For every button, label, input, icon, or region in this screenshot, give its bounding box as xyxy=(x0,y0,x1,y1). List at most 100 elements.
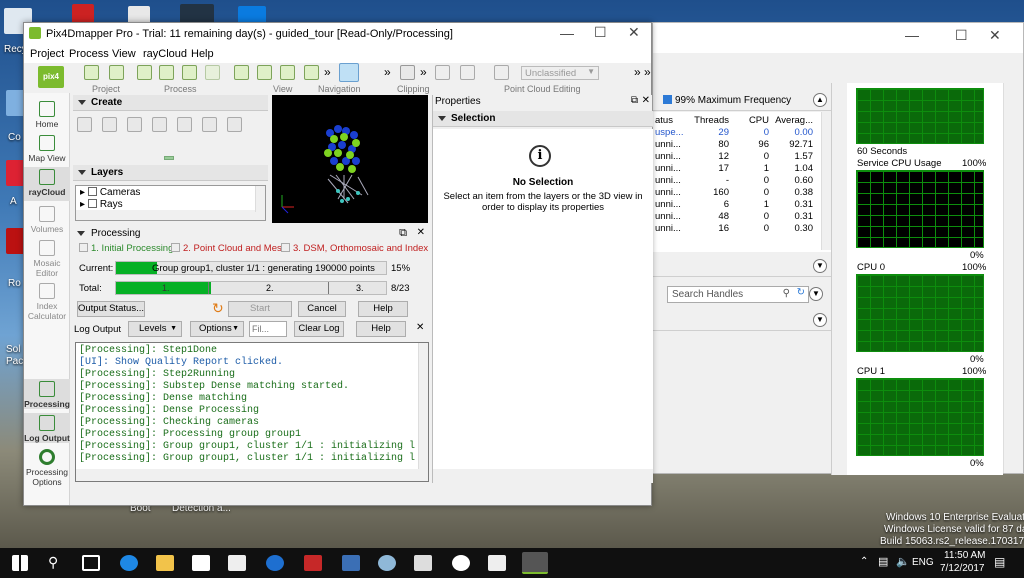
fit-view-icon[interactable] xyxy=(280,65,295,80)
step1-checkbox[interactable]: 1. Initial Processing xyxy=(79,243,173,254)
sidebar-item-volumes[interactable]: Volumes xyxy=(24,206,70,234)
menu-view[interactable]: View xyxy=(112,48,136,60)
brush-icon[interactable] xyxy=(435,65,450,80)
more-icon[interactable]: » xyxy=(644,65,651,79)
minimize-button[interactable]: — xyxy=(905,27,919,43)
splitter-handle[interactable] xyxy=(164,156,174,160)
sidebar-item-raycloud[interactable]: rayCloud xyxy=(24,167,70,201)
checkbox[interactable] xyxy=(87,199,97,208)
chevron-up-icon[interactable]: ⌃ xyxy=(860,556,868,567)
mail-icon[interactable] xyxy=(228,555,246,571)
output-status-button[interactable]: Output Status... xyxy=(77,301,145,317)
cpu-freq-header[interactable]: 99% Maximum Frequency ▲ xyxy=(653,91,831,111)
project-icon[interactable] xyxy=(84,65,99,80)
col-average[interactable]: Averag... xyxy=(771,114,815,126)
zoom-out-icon[interactable] xyxy=(257,65,272,80)
zoom-in-icon[interactable] xyxy=(234,65,249,80)
table-row[interactable]: unni... 160 0 0.38 xyxy=(653,186,815,198)
step3-checkbox[interactable]: 3. DSM, Orthomosaic and Index xyxy=(281,243,428,254)
create-section-header[interactable]: Create xyxy=(73,95,268,111)
checkbox[interactable] xyxy=(87,187,97,196)
table-scrollbar[interactable] xyxy=(821,112,831,250)
table-row[interactable]: unni... -0 0.60 xyxy=(653,174,815,186)
pix4d-taskbar-icon[interactable] xyxy=(522,552,548,574)
sidebar-item-mosaic-editor[interactable]: Mosaic Editor xyxy=(24,240,70,278)
log-help-button[interactable]: Help xyxy=(356,321,406,337)
notifications-icon[interactable]: ▤ xyxy=(994,555,1005,569)
checkbox[interactable] xyxy=(79,243,88,252)
create-tool-icon[interactable] xyxy=(127,117,142,132)
cancel-button[interactable]: Cancel xyxy=(298,301,346,317)
close-icon[interactable]: ✕ xyxy=(416,322,424,333)
close-icon[interactable]: ✕ xyxy=(642,95,650,106)
clock-time[interactable]: 11:50 AM xyxy=(944,550,986,561)
detach-icon[interactable]: ⧉ xyxy=(399,227,407,240)
col-status[interactable]: atus xyxy=(653,114,687,126)
checkbox[interactable] xyxy=(171,243,180,252)
sidebar-item-index-calculator[interactable]: Index Calculator xyxy=(24,283,70,321)
table-row[interactable]: unni... 12 0 1.57 xyxy=(653,150,815,162)
process-icon[interactable] xyxy=(159,65,174,80)
desktop-pdf-icon[interactable] xyxy=(72,4,94,24)
log-vertical-scrollbar[interactable] xyxy=(418,343,428,469)
resource-monitor-icon[interactable] xyxy=(342,555,360,571)
maximize-button[interactable]: ☐ xyxy=(955,27,968,44)
sidebar-item-home[interactable]: Home xyxy=(24,101,70,129)
classification-select[interactable]: Unclassified ▼ xyxy=(521,66,599,80)
process-icon[interactable] xyxy=(205,65,220,80)
log-horizontal-scrollbar[interactable] xyxy=(76,469,428,481)
log-filter-input[interactable] xyxy=(249,321,287,337)
table-row[interactable]: unni... 17 1 1.04 xyxy=(653,162,815,174)
search-icon[interactable]: ⚲ xyxy=(783,288,790,299)
table-row[interactable]: unni... 16 0 0.30 xyxy=(653,222,815,234)
start-button[interactable]: Start xyxy=(228,301,292,317)
start-icon[interactable] xyxy=(12,555,28,571)
vertical-scrollbar[interactable] xyxy=(255,186,265,212)
close-icon[interactable]: ✕ xyxy=(417,227,425,238)
search-handles-input[interactable]: Search Handles ⚲ ↻ xyxy=(667,286,809,303)
add-icon[interactable] xyxy=(460,65,475,80)
collapse-icon[interactable]: ▲ xyxy=(813,93,827,107)
search-icon[interactable]: ⚲ xyxy=(48,554,66,570)
create-tool-icon[interactable] xyxy=(152,117,167,132)
process-icon[interactable] xyxy=(137,65,152,80)
step2-checkbox[interactable]: 2. Point Cloud and Mesh xyxy=(171,243,287,254)
graphs-scrollbar[interactable] xyxy=(1003,83,1015,473)
log-output-text[interactable]: [Processing]: Step1Done [UI]: Show Qualit… xyxy=(75,342,429,482)
language-indicator[interactable]: ENG xyxy=(912,557,934,568)
file-icon[interactable] xyxy=(414,555,432,571)
more-icon[interactable]: » xyxy=(324,65,331,79)
undock-icon[interactable]: ⧉ xyxy=(631,95,638,106)
help-button[interactable]: Help xyxy=(358,301,408,317)
levels-dropdown[interactable]: Levels ▼ xyxy=(128,321,182,337)
clipping-icon[interactable] xyxy=(400,65,415,80)
divider[interactable] xyxy=(831,83,847,475)
collapsed-section[interactable]: ▼ xyxy=(653,257,831,277)
edge-icon[interactable] xyxy=(120,555,138,571)
table-row[interactable]: unni... 80 96 92.71 xyxy=(653,138,815,150)
clear-log-button[interactable]: Clear Log xyxy=(294,321,344,337)
create-tool-icon[interactable] xyxy=(227,117,242,132)
menu-help[interactable]: Help xyxy=(191,48,214,60)
table-row[interactable]: unni... 48 0 0.31 xyxy=(653,210,815,222)
acrobat-icon[interactable] xyxy=(304,555,322,571)
sidebar-item-processing[interactable]: Processing xyxy=(24,379,70,409)
process-icon[interactable] xyxy=(182,65,197,80)
close-button[interactable]: ✕ xyxy=(628,24,640,41)
collapsed-section[interactable]: ▼ xyxy=(653,311,831,331)
more-icon[interactable]: » xyxy=(634,65,641,79)
store-icon[interactable] xyxy=(192,555,210,571)
expand-icon[interactable]: ▼ xyxy=(809,287,823,301)
col-cpu[interactable]: CPU xyxy=(731,114,771,126)
ie-icon[interactable] xyxy=(266,555,284,571)
clock-date[interactable]: 7/12/2017 xyxy=(940,563,985,574)
table-row[interactable]: uspe... 29 0 0.00 xyxy=(653,126,815,138)
3d-view[interactable] xyxy=(272,95,428,223)
create-tool-icon[interactable] xyxy=(202,117,217,132)
volume-icon[interactable]: 🔈 xyxy=(896,555,910,568)
table-row[interactable]: unni... 6 1 0.31 xyxy=(653,198,815,210)
refresh-icon[interactable]: ↻ xyxy=(797,287,805,298)
layer-item-rays[interactable]: ▸ Rays xyxy=(80,199,123,210)
target-icon[interactable] xyxy=(109,65,124,80)
col-threads[interactable]: Threads xyxy=(687,114,731,126)
